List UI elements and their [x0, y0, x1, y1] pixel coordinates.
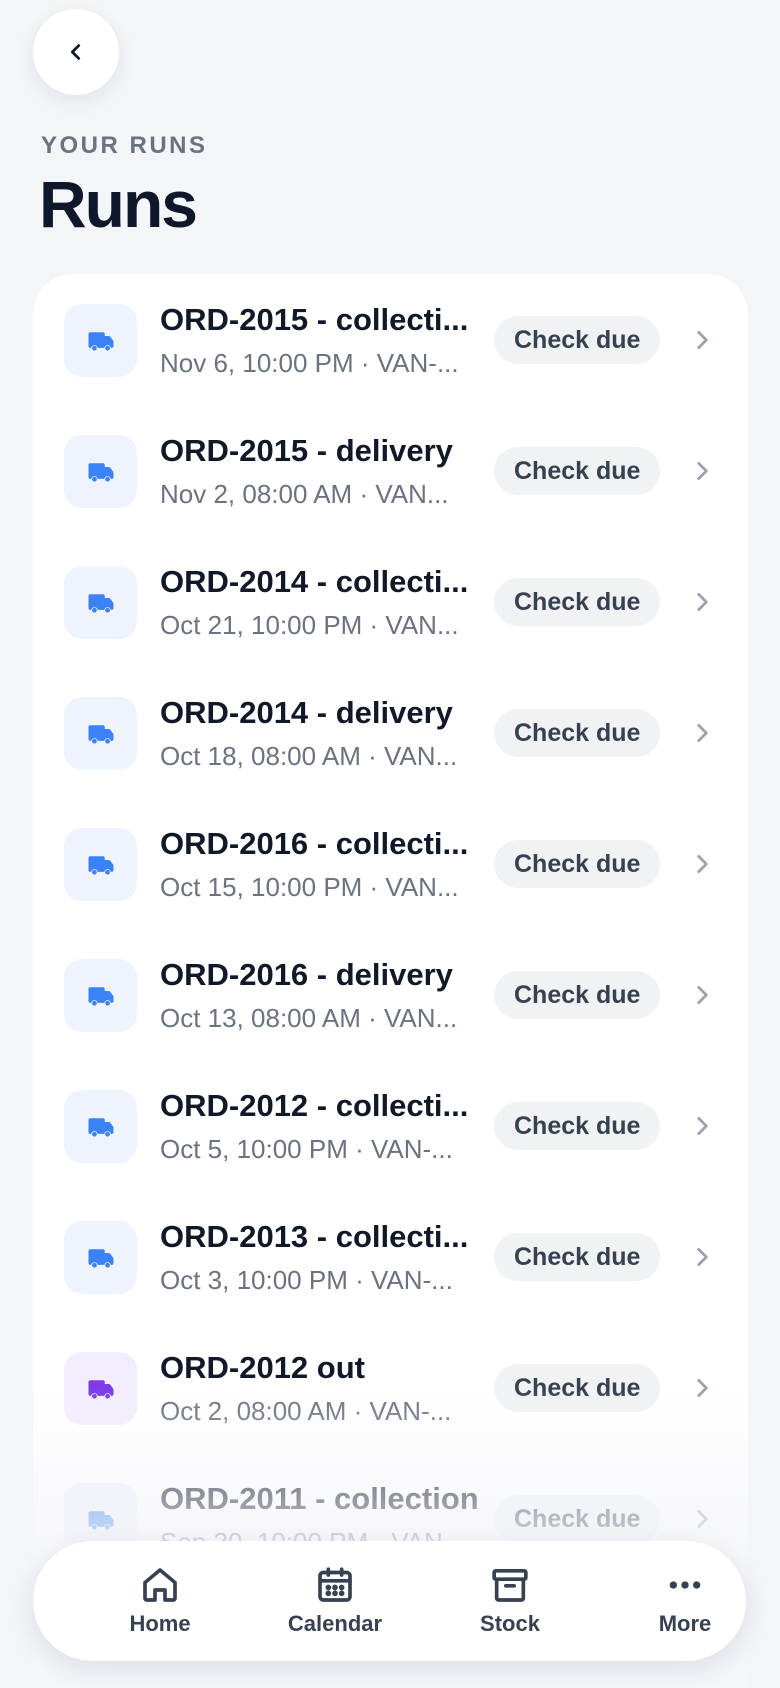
chevron-right-icon — [697, 855, 708, 873]
run-icon-tile — [64, 697, 137, 770]
run-icon-tile — [64, 959, 137, 1032]
truck-icon — [88, 593, 113, 613]
run-row[interactable]: ORD-2015 - collecti... Nov 6, 10:00 PM · … — [33, 274, 748, 405]
status-badge: Check due — [494, 578, 661, 626]
status-badge: Check due — [494, 447, 661, 495]
chevron-right-icon — [697, 1117, 708, 1135]
run-row[interactable]: ORD-2014 - delivery Oct 18, 08:00 AM · VA… — [33, 667, 748, 798]
tab-home[interactable]: Home — [85, 1541, 235, 1661]
truck-icon — [88, 1117, 113, 1137]
status-badge: Check due — [494, 840, 661, 888]
run-title: ORD-2011 - collection — [160, 1481, 479, 1516]
status-badge: Check due — [494, 316, 661, 364]
more-dots-icon — [669, 1581, 701, 1589]
tab-stock[interactable]: Stock — [435, 1541, 585, 1661]
run-title: ORD-2015 - delivery — [160, 433, 453, 468]
run-row[interactable]: ORD-2014 - collecti... Oct 21, 10:00 PM ·… — [33, 536, 748, 667]
run-subtitle: Nov 2, 08:00 AM · VAN... — [160, 479, 449, 509]
run-subtitle: Nov 6, 10:00 PM · VAN-... — [160, 348, 459, 378]
status-badge: Check due — [494, 1102, 661, 1150]
run-subtitle: Oct 3, 10:00 PM · VAN-... — [160, 1265, 453, 1295]
run-row[interactable]: ORD-2013 - collecti... Oct 3, 10:00 PM · … — [33, 1191, 748, 1322]
truck-icon — [88, 1379, 113, 1399]
chevron-right-icon — [697, 724, 708, 742]
tab-calendar[interactable]: Calendar — [260, 1541, 410, 1661]
runs-screen: YOUR RUNS Runs ORD-2015 - collecti... Nov… — [0, 0, 780, 1688]
truck-icon — [88, 1510, 113, 1530]
run-icon-tile — [64, 435, 137, 508]
truck-icon — [88, 331, 113, 351]
run-icon-tile — [64, 566, 137, 639]
truck-icon — [88, 855, 113, 875]
truck-icon — [88, 1248, 113, 1268]
run-row[interactable]: ORD-2016 - delivery Oct 13, 08:00 AM · VA… — [33, 929, 748, 1060]
runs-list-card: ORD-2015 - collecti... Nov 6, 10:00 PM · … — [33, 274, 748, 1688]
run-title: ORD-2015 - collecti... — [160, 302, 469, 337]
page-title: Runs — [39, 167, 198, 241]
run-row[interactable]: ORD-2015 - delivery Nov 2, 08:00 AM · VAN… — [33, 405, 748, 536]
run-subtitle: Oct 18, 08:00 AM · VAN... — [160, 741, 458, 771]
tab-stock-label: Stock — [480, 1611, 540, 1636]
run-row[interactable]: ORD-2012 out Oct 2, 08:00 AM · VAN-... Che… — [33, 1322, 748, 1453]
chevron-left-icon — [70, 44, 81, 60]
tab-home-label: Home — [129, 1611, 191, 1636]
status-badge: Check due — [494, 709, 661, 757]
chevron-right-icon — [697, 1248, 708, 1266]
run-icon-tile — [64, 1221, 137, 1294]
tab-more-label: More — [658, 1611, 712, 1636]
calendar-icon — [318, 1567, 352, 1602]
home-icon — [143, 1568, 177, 1602]
run-title: ORD-2014 - collecti... — [160, 564, 469, 599]
chevron-right-icon — [697, 1510, 708, 1528]
run-subtitle: Oct 2, 08:00 AM · VAN-... — [160, 1396, 452, 1426]
run-title: ORD-2013 - collecti... — [160, 1219, 469, 1254]
tab-calendar-label: Calendar — [287, 1611, 383, 1636]
chevron-right-icon — [697, 331, 708, 349]
status-badge: Check due — [494, 971, 661, 1019]
run-icon-tile — [64, 828, 137, 901]
status-badge: Check due — [494, 1495, 661, 1543]
run-subtitle: Oct 21, 10:00 PM · VAN... — [160, 610, 459, 640]
run-row[interactable]: ORD-2012 - collecti... Oct 5, 10:00 PM · … — [33, 1060, 748, 1191]
truck-icon — [88, 724, 113, 744]
run-title: ORD-2012 - collecti... — [160, 1088, 469, 1123]
chevron-right-icon — [697, 462, 708, 480]
run-subtitle: Oct 13, 08:00 AM · VAN... — [160, 1003, 458, 1033]
run-row[interactable]: ORD-2016 - collecti... Oct 15, 10:00 PM ·… — [33, 798, 748, 929]
chevron-right-icon — [697, 986, 708, 1004]
run-icon-tile — [64, 304, 137, 377]
chevron-right-icon — [697, 593, 708, 611]
bottom-tab-bar: Home Calendar Stock More — [33, 1541, 746, 1661]
run-title: ORD-2016 - collecti... — [160, 826, 469, 861]
archive-box-icon — [492, 1569, 528, 1602]
truck-icon — [88, 462, 113, 482]
run-icon-tile — [64, 1090, 137, 1163]
truck-icon — [88, 986, 113, 1006]
run-subtitle: Oct 5, 10:00 PM · VAN-... — [160, 1134, 453, 1164]
tab-more[interactable]: More — [610, 1541, 760, 1661]
page-eyebrow: YOUR RUNS — [41, 132, 208, 159]
status-badge: Check due — [494, 1364, 661, 1412]
run-title: ORD-2012 out — [160, 1350, 365, 1385]
chevron-right-icon — [697, 1379, 708, 1397]
run-title: ORD-2016 - delivery — [160, 957, 453, 992]
back-button[interactable] — [33, 9, 119, 95]
status-badge: Check due — [494, 1233, 661, 1281]
run-title: ORD-2014 - delivery — [160, 695, 453, 730]
run-icon-tile — [64, 1352, 137, 1425]
run-subtitle: Oct 15, 10:00 PM · VAN... — [160, 872, 459, 902]
